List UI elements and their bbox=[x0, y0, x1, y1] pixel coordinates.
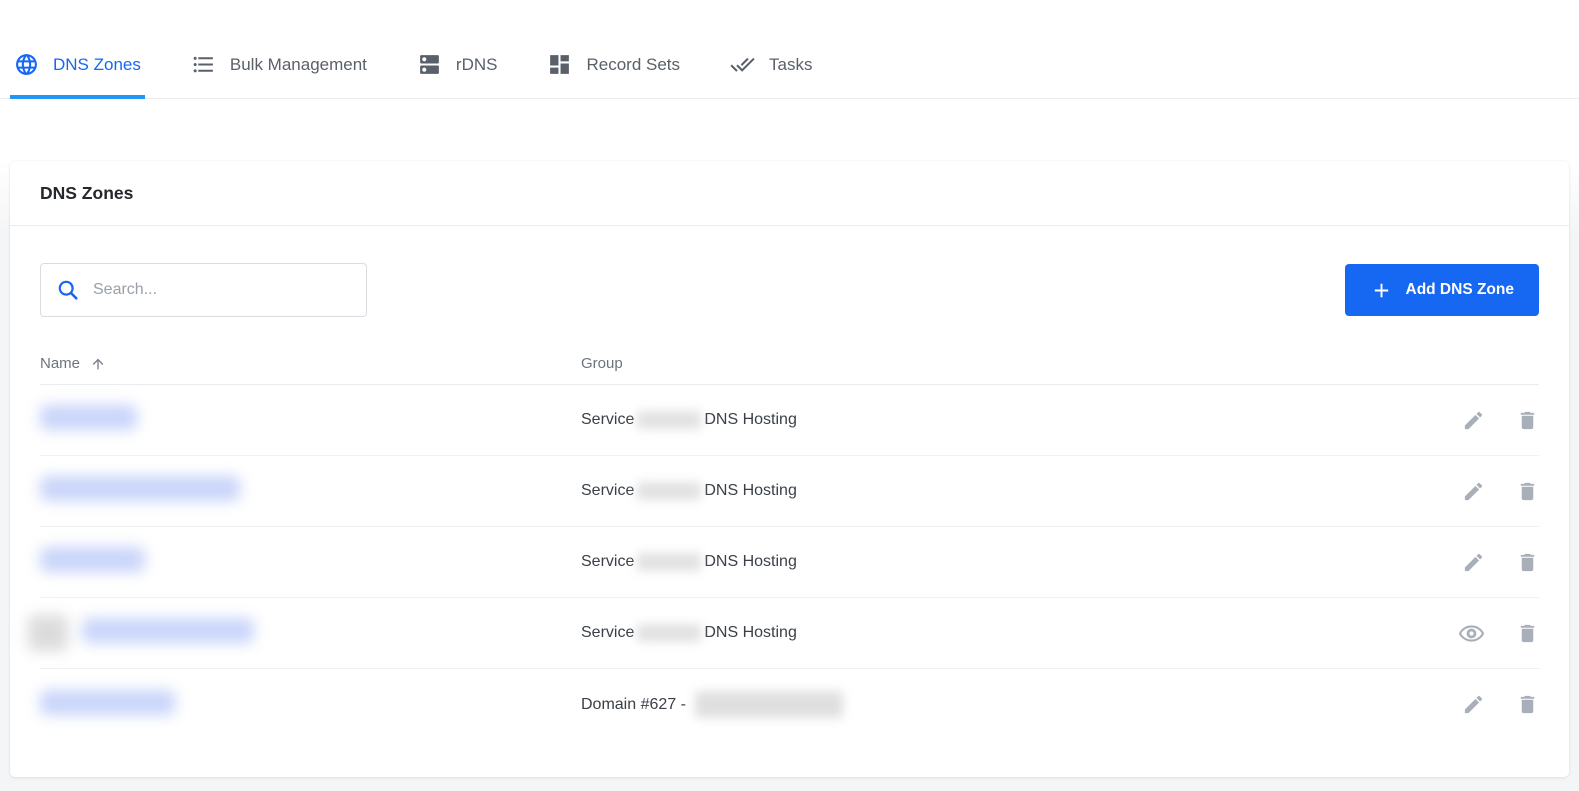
table-header: Name Group bbox=[40, 343, 1539, 385]
table-row: Domain #627 - bbox=[40, 669, 1539, 740]
tab-rdns[interactable]: rDNS bbox=[413, 52, 502, 99]
search-icon bbox=[56, 278, 80, 302]
main-tab-bar: DNS Zones Bulk Management rDNS Record Se… bbox=[0, 0, 1579, 99]
plus-icon bbox=[1370, 279, 1393, 302]
edit-button[interactable] bbox=[1462, 693, 1485, 716]
tab-label: rDNS bbox=[456, 55, 498, 75]
group-cell: Service DNS Hosting bbox=[581, 411, 1427, 429]
dns-zones-card: DNS Zones Add DNS Zone Name G bbox=[10, 161, 1569, 777]
edit-pencil-icon bbox=[1462, 480, 1485, 503]
tab-tasks[interactable]: Tasks bbox=[726, 52, 816, 99]
group-cell: Domain #627 - bbox=[581, 691, 1427, 718]
zone-name-link-redacted[interactable] bbox=[40, 405, 137, 435]
add-dns-zone-label: Add DNS Zone bbox=[1406, 281, 1515, 299]
group-suffix: DNS Hosting bbox=[704, 624, 796, 642]
globe-icon bbox=[14, 52, 39, 77]
delete-button[interactable] bbox=[1516, 693, 1539, 716]
tab-label: DNS Zones bbox=[53, 55, 141, 75]
tab-label: Record Sets bbox=[586, 55, 680, 75]
redacted-service-id bbox=[637, 482, 701, 500]
table-row: Service DNS Hosting bbox=[40, 527, 1539, 598]
edit-pencil-icon bbox=[1462, 693, 1485, 716]
delete-button[interactable] bbox=[1516, 622, 1539, 645]
dns-servers-icon bbox=[417, 52, 442, 77]
group-suffix: DNS Hosting bbox=[704, 553, 796, 571]
card-header: DNS Zones bbox=[10, 161, 1569, 226]
group-cell: Service DNS Hosting bbox=[581, 624, 1427, 642]
redacted-zone-status-icon bbox=[28, 615, 68, 651]
tab-label: Bulk Management bbox=[230, 55, 367, 75]
page-title: DNS Zones bbox=[40, 183, 133, 204]
add-dns-zone-button[interactable]: Add DNS Zone bbox=[1345, 264, 1540, 316]
double-check-icon bbox=[730, 52, 755, 77]
redacted-zone-name bbox=[40, 476, 240, 501]
edit-pencil-icon bbox=[1462, 551, 1485, 574]
zone-name-link-redacted[interactable] bbox=[40, 690, 175, 720]
delete-button[interactable] bbox=[1516, 551, 1539, 574]
trash-icon bbox=[1516, 480, 1539, 503]
group-column-label: Group bbox=[581, 355, 623, 372]
tab-bulk-management[interactable]: Bulk Management bbox=[187, 52, 371, 99]
trash-icon bbox=[1516, 409, 1539, 432]
search-box bbox=[40, 263, 367, 317]
redacted-domain-name bbox=[695, 691, 843, 718]
group-prefix: Domain #627 - bbox=[581, 696, 686, 714]
trash-icon bbox=[1516, 551, 1539, 574]
table-row: Service DNS Hosting bbox=[40, 456, 1539, 527]
group-prefix: Service bbox=[581, 482, 634, 500]
page-background: DNS Zones Add DNS Zone Name G bbox=[0, 161, 1579, 791]
redacted-service-id bbox=[637, 553, 701, 571]
zone-name-link-redacted[interactable] bbox=[82, 618, 254, 648]
edit-pencil-icon bbox=[1462, 409, 1485, 432]
group-prefix: Service bbox=[581, 624, 634, 642]
redacted-zone-name bbox=[82, 618, 254, 643]
group-prefix: Service bbox=[581, 411, 634, 429]
tab-label: Tasks bbox=[769, 55, 812, 75]
redacted-zone-name bbox=[40, 547, 145, 572]
tab-record-sets[interactable]: Record Sets bbox=[543, 52, 684, 99]
group-suffix: DNS Hosting bbox=[704, 411, 796, 429]
redacted-service-id bbox=[637, 411, 701, 429]
view-button[interactable] bbox=[1458, 620, 1485, 647]
edit-button[interactable] bbox=[1462, 551, 1485, 574]
name-column-label: Name bbox=[40, 355, 80, 372]
trash-icon bbox=[1516, 622, 1539, 645]
edit-button[interactable] bbox=[1462, 480, 1485, 503]
redacted-service-id bbox=[637, 624, 701, 642]
tab-dns-zones[interactable]: DNS Zones bbox=[10, 52, 145, 99]
sort-ascending-icon bbox=[90, 356, 106, 372]
edit-button[interactable] bbox=[1462, 409, 1485, 432]
dashboard-grid-icon bbox=[547, 52, 572, 77]
table-row: Service DNS Hosting bbox=[40, 385, 1539, 456]
redacted-zone-name bbox=[40, 690, 175, 715]
group-prefix: Service bbox=[581, 553, 634, 571]
bulleted-list-icon bbox=[191, 52, 216, 77]
search-input[interactable] bbox=[93, 281, 351, 299]
zone-name-link-redacted[interactable] bbox=[40, 476, 240, 506]
zone-name-link-redacted[interactable] bbox=[40, 547, 145, 577]
group-suffix: DNS Hosting bbox=[704, 482, 796, 500]
delete-button[interactable] bbox=[1516, 409, 1539, 432]
trash-icon bbox=[1516, 693, 1539, 716]
delete-button[interactable] bbox=[1516, 480, 1539, 503]
toolbar: Add DNS Zone bbox=[40, 263, 1539, 317]
group-cell: Service DNS Hosting bbox=[581, 482, 1427, 500]
column-header-group[interactable]: Group bbox=[581, 355, 1427, 372]
column-header-name[interactable]: Name bbox=[40, 355, 581, 372]
eye-icon bbox=[1458, 620, 1485, 647]
group-cell: Service DNS Hosting bbox=[581, 553, 1427, 571]
redacted-zone-name bbox=[40, 405, 137, 430]
table-row: Service DNS Hosting bbox=[40, 598, 1539, 669]
card-body: Add DNS Zone Name Group Servic bbox=[10, 263, 1569, 740]
